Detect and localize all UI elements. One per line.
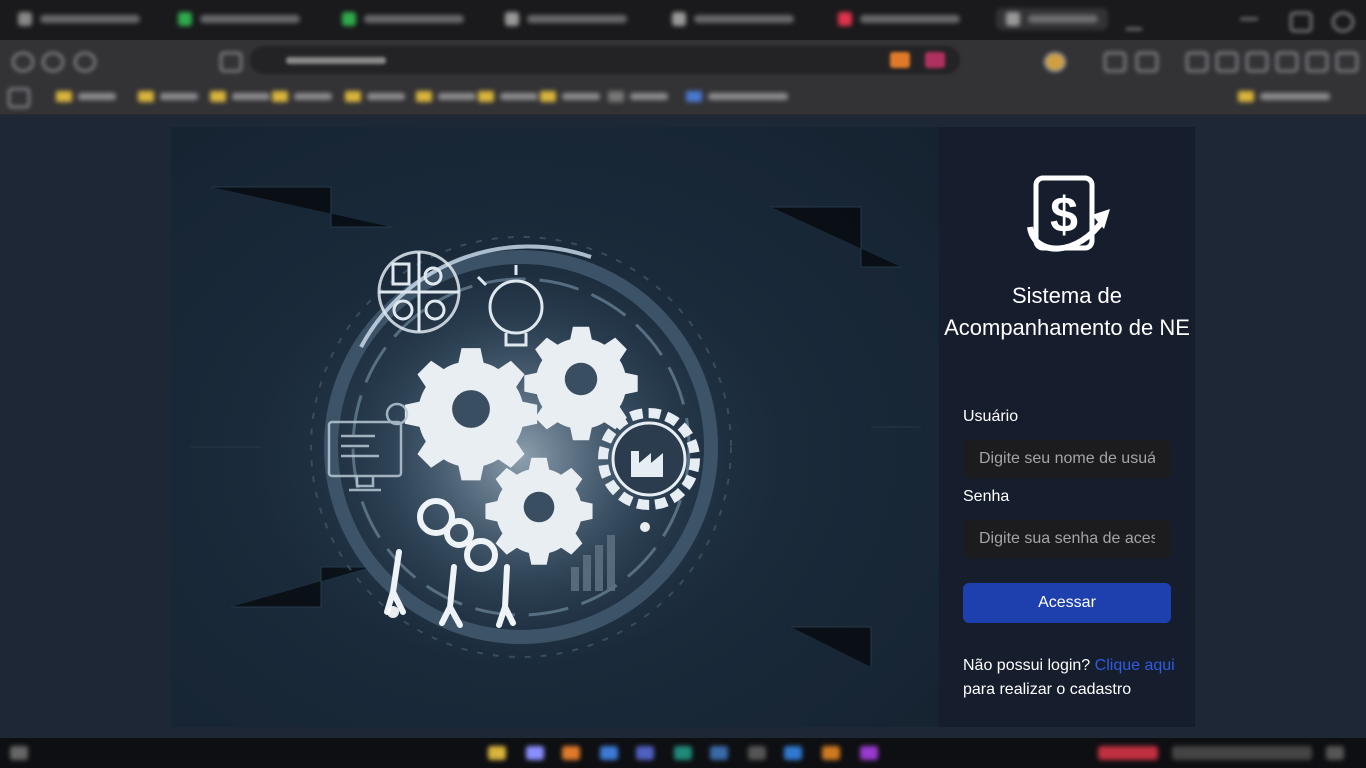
browser-tab[interactable] [672, 8, 794, 30]
signup-prefix: Não possui login? [963, 657, 1091, 674]
browser-tabstrip [0, 0, 1366, 40]
extension-icon[interactable] [1276, 52, 1298, 72]
minimize-icon[interactable] [1240, 18, 1258, 20]
tab-search-icon[interactable] [220, 52, 242, 72]
taskbar-app-icon[interactable] [748, 746, 766, 760]
browser-tab[interactable] [342, 8, 464, 30]
taskbar-app-icon[interactable] [860, 746, 878, 760]
browser-tab-active[interactable] [996, 8, 1108, 30]
bookmark-folder[interactable] [138, 91, 198, 102]
extension-icon[interactable] [1104, 52, 1126, 72]
username-label: Usuário [963, 408, 1019, 425]
bookmark-folder[interactable] [416, 91, 476, 102]
clock-icon[interactable] [1172, 746, 1312, 760]
taskbar-app-icon[interactable] [674, 746, 692, 760]
bookmark-folder[interactable] [345, 91, 405, 102]
password-input[interactable] [963, 520, 1171, 558]
bookmark-folder[interactable] [56, 91, 116, 102]
apps-icon[interactable] [8, 88, 30, 108]
taskbar-app-icon[interactable] [710, 746, 728, 760]
bookmark-link[interactable] [608, 91, 668, 102]
taskbar-app-icon[interactable] [784, 746, 802, 760]
extension-icon[interactable] [1306, 52, 1328, 72]
bookmark-folder[interactable] [1238, 91, 1330, 102]
system-tray-icon[interactable] [1098, 746, 1158, 760]
browser-tab[interactable] [838, 8, 960, 30]
extension-icon[interactable] [1186, 52, 1208, 72]
close-icon[interactable] [1332, 12, 1354, 32]
bookmark-folder[interactable] [272, 91, 332, 102]
username-input[interactable] [963, 440, 1171, 478]
page-title: Sistema de Acompanhamento de NE [944, 283, 1190, 340]
login-panel: $ Sistema de Acompanhamento de NE Usuári… [939, 127, 1195, 727]
forward-icon[interactable] [42, 52, 64, 72]
bookmark-folder[interactable] [540, 91, 600, 102]
extension-icon[interactable] [1246, 52, 1268, 72]
extension-icon[interactable] [1136, 52, 1158, 72]
dollar-document-arrow-icon: $ [1027, 175, 1110, 252]
os-taskbar [0, 738, 1366, 768]
browser-menu-icon[interactable] [1336, 52, 1358, 72]
start-icon[interactable] [10, 746, 28, 760]
notification-icon[interactable] [1326, 746, 1344, 760]
taskbar-app-icon[interactable] [822, 746, 840, 760]
browser-tab[interactable] [18, 8, 140, 30]
gears-illustration [191, 186, 921, 677]
bookmarks-bar [0, 80, 1366, 115]
taskbar-app-icon[interactable] [600, 746, 618, 760]
bookmark-folder[interactable] [478, 91, 538, 102]
maximize-icon[interactable] [1290, 12, 1312, 32]
taskbar-app-icon[interactable] [526, 746, 544, 760]
signup-link[interactable]: Clique aqui [1095, 657, 1175, 674]
hero-illustration [171, 127, 939, 727]
reload-icon[interactable] [74, 52, 96, 72]
extension-icon[interactable] [1044, 52, 1066, 72]
new-tab-icon[interactable] [1126, 12, 1142, 30]
signup-suffix: para realizar o cadastro [963, 681, 1132, 698]
bookmark-folder[interactable] [210, 91, 270, 102]
browser-tab[interactable] [178, 8, 300, 30]
signup-text: Não possui login? Clique aqui para reali… [963, 654, 1178, 702]
bookmark-link[interactable] [686, 91, 788, 102]
browser-tab[interactable] [505, 8, 627, 30]
taskbar-app-icon[interactable] [488, 746, 506, 760]
taskbar-app-icon[interactable] [636, 746, 654, 760]
back-icon[interactable] [12, 52, 34, 72]
password-label: Senha [963, 488, 1010, 505]
taskbar-app-icon[interactable] [562, 746, 580, 760]
svg-text:$: $ [1050, 187, 1078, 243]
address-bar[interactable] [250, 46, 960, 74]
browser-toolbar [0, 40, 1366, 80]
extension-icon[interactable] [1216, 52, 1238, 72]
login-button[interactable]: Acessar [963, 583, 1171, 623]
